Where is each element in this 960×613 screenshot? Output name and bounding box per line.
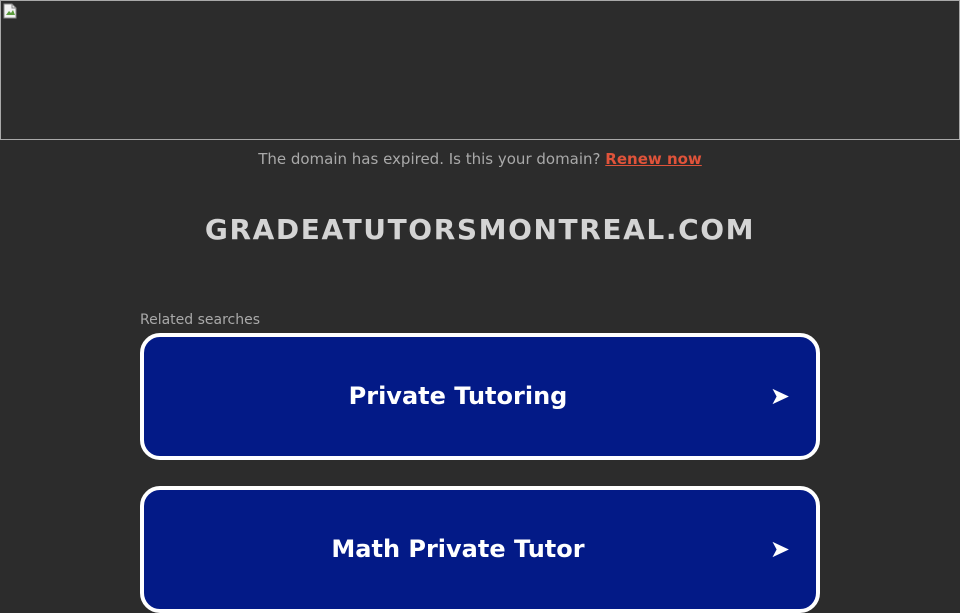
related-search-math-private-tutor[interactable]: Math Private Tutor ➤ xyxy=(140,486,820,613)
header-banner-image xyxy=(0,0,960,140)
broken-image-icon xyxy=(3,3,17,19)
domain-name-title: GRADEATUTORSMONTREAL.COM xyxy=(204,213,756,246)
related-search-label: Math Private Tutor xyxy=(331,535,585,563)
domain-expired-notice: The domain has expired. Is this your dom… xyxy=(0,148,960,170)
arrow-right-icon: ➤ xyxy=(769,382,790,410)
arrow-right-icon: ➤ xyxy=(769,535,790,563)
related-search-label: Private Tutoring xyxy=(348,382,568,410)
renew-now-link[interactable]: Renew now xyxy=(605,150,702,168)
related-search-private-tutoring[interactable]: Private Tutoring ➤ xyxy=(140,333,820,460)
expired-notice-text: The domain has expired. Is this your dom… xyxy=(258,150,601,168)
related-searches-heading: Related searches xyxy=(140,312,261,328)
